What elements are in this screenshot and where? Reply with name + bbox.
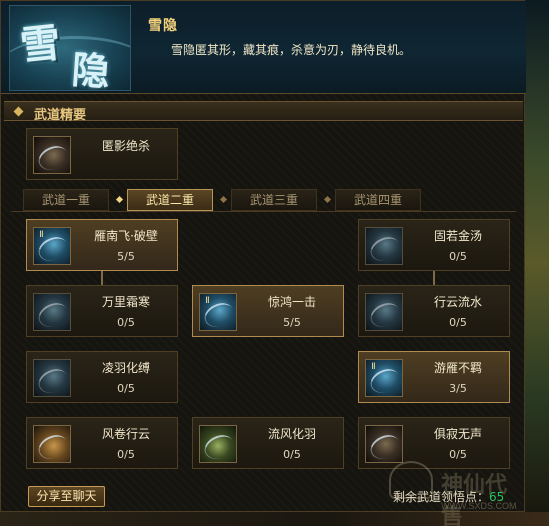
skill-card[interactable]: 凌羽化缚 0/5	[26, 351, 178, 403]
emblem-char-2: 隐	[70, 46, 112, 91]
skill-card[interactable]: 风卷行云 0/5	[26, 417, 178, 469]
school-description: 雪隐匿其形，藏其痕，杀意为刃，静待良机。	[171, 43, 412, 57]
section-title: 武道精要	[34, 108, 87, 123]
skill-level: 0/5	[449, 448, 467, 461]
skill-name: 固若金汤	[433, 229, 482, 243]
wind-cloud-icon	[33, 425, 71, 463]
emblem-char-1: 雪	[18, 19, 63, 70]
skill-name: 凌羽化缚	[101, 361, 150, 375]
skill-connector	[101, 270, 103, 286]
skill-level: 0/5	[117, 316, 135, 329]
skill-card[interactable]: 俱寂无声 0/5	[358, 417, 510, 469]
skill-name: 万里霜寒	[101, 295, 150, 309]
main-skill-card[interactable]: 匿影绝杀	[26, 128, 178, 180]
background-scenery	[523, 0, 549, 526]
skill-name: 雁南飞·破壁	[94, 229, 158, 243]
skill-card[interactable]: 万里霜寒 0/5	[26, 285, 178, 337]
skill-level: 5/5	[117, 250, 135, 263]
skill-name: 游雁不羁	[433, 361, 482, 375]
skill-name: 行云流水	[433, 295, 482, 309]
skill-card[interactable]: 流风化羽 0/5	[192, 417, 344, 469]
skill-card[interactable]: 行云流水 0/5	[358, 285, 510, 337]
skill-header: 雪 隐 雪隐 雪隐匿其形，藏其痕，杀意为刃，静待良机。	[1, 1, 526, 94]
skill-level: 0/5	[449, 250, 467, 263]
skill-card[interactable]: Ⅱ 惊鸿一击 5/5	[192, 285, 344, 337]
skill-level: 3/5	[449, 382, 467, 395]
skill-card[interactable]: 固若金汤 0/5	[358, 219, 510, 271]
tab-tier-1[interactable]: 武道一重	[23, 189, 109, 211]
icon-swirl	[34, 141, 70, 173]
skill-name: 俱寂无声	[433, 427, 482, 441]
skill-level: 5/5	[283, 316, 301, 329]
skill-name: 惊鸿一击	[267, 295, 316, 309]
tab-tier-2[interactable]: 武道二重	[127, 189, 213, 211]
tab-underline	[11, 211, 516, 212]
martial-skill-panel: 雪 隐 雪隐 雪隐匿其形，藏其痕，杀意为刃，静待良机。 武道精要 匿影绝杀 武道…	[0, 0, 526, 526]
golden-defense-icon	[365, 227, 403, 265]
main-skill-name: 匿影绝杀	[101, 139, 150, 153]
flowing-cloud-icon	[365, 293, 403, 331]
shadow-strike-icon	[33, 136, 71, 174]
feather-bind-icon	[33, 359, 71, 397]
watermark-url: WWW.SXDS.COM	[441, 501, 517, 511]
skill-name: 风卷行云	[101, 427, 150, 441]
skill-card[interactable]: Ⅱ 游雁不羁 3/5	[358, 351, 510, 403]
swan-strike-icon: Ⅱ	[199, 293, 237, 331]
tab-separator-icon	[115, 195, 124, 204]
skill-connector	[433, 270, 435, 286]
skill-name: 流风化羽	[267, 427, 316, 441]
wind-feather-icon	[199, 425, 237, 463]
skill-level: 0/5	[117, 382, 135, 395]
skill-level: 0/5	[449, 316, 467, 329]
tab-tier-4[interactable]: 武道四重	[335, 189, 421, 211]
tab-tier-3[interactable]: 武道三重	[231, 189, 317, 211]
skill-card[interactable]: Ⅱ 雁南飞·破壁 5/5	[26, 219, 178, 271]
tier-tabs: 武道一重 武道二重 武道三重 武道四重	[23, 189, 425, 211]
tab-separator-icon	[219, 195, 228, 204]
skill-level: 0/5	[117, 448, 135, 461]
wild-goose-icon: Ⅱ	[33, 227, 71, 265]
silence-icon	[365, 425, 403, 463]
tab-separator-icon	[323, 195, 332, 204]
frost-icon	[33, 293, 71, 331]
school-title: 雪隐	[148, 18, 178, 34]
school-emblem: 雪 隐	[9, 5, 131, 91]
diamond-icon	[13, 106, 24, 117]
roaming-goose-icon: Ⅱ	[365, 359, 403, 397]
section-header: 武道精要	[4, 101, 523, 123]
skill-level: 0/5	[283, 448, 301, 461]
share-to-chat-button[interactable]: 分享至聊天	[28, 486, 105, 507]
